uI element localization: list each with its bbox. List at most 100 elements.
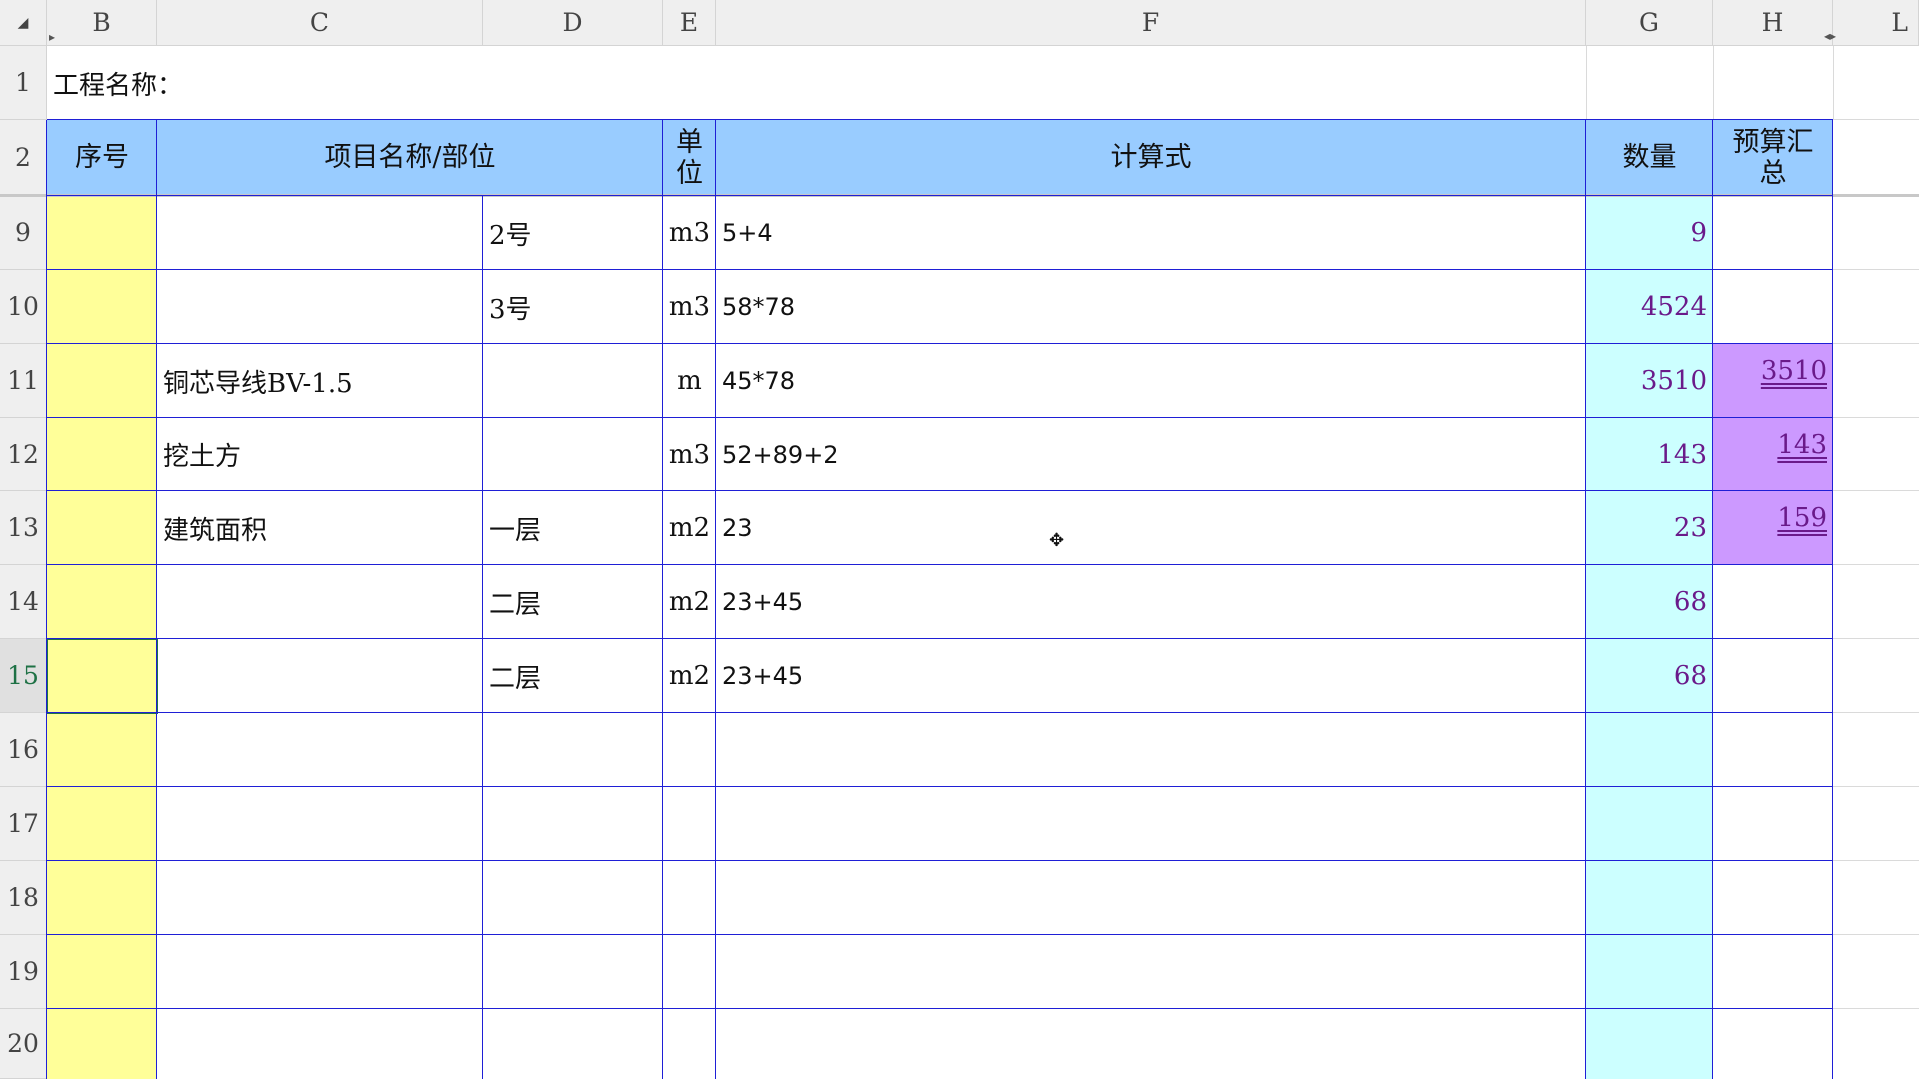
unit-cell[interactable]: m2 xyxy=(663,491,716,565)
formula-cell[interactable] xyxy=(716,861,1586,935)
part-cell[interactable] xyxy=(483,1009,663,1079)
row-header-2[interactable]: 2 xyxy=(0,120,47,196)
column-header-g[interactable]: G xyxy=(1586,0,1713,46)
budget-cell[interactable]: 143 xyxy=(1713,418,1833,491)
item-cell[interactable] xyxy=(157,1009,483,1079)
project-name-label[interactable]: 工程名称： xyxy=(47,46,647,120)
item-cell[interactable] xyxy=(157,270,483,344)
seq-cell[interactable] xyxy=(47,787,157,861)
budget-cell[interactable]: 159 xyxy=(1713,491,1833,565)
unit-cell[interactable] xyxy=(663,861,716,935)
budget-cell[interactable]: 3510 xyxy=(1713,344,1833,418)
qty-cell[interactable] xyxy=(1586,935,1713,1009)
part-cell[interactable]: 一层 xyxy=(483,491,663,565)
unit-cell[interactable]: m3 xyxy=(663,418,716,491)
formula-cell[interactable] xyxy=(716,935,1586,1009)
part-cell[interactable] xyxy=(483,935,663,1009)
formula-cell[interactable]: 52+89+2 xyxy=(716,418,1586,491)
header-formula[interactable]: 计算式 xyxy=(716,120,1586,196)
row-header-19[interactable]: 19 xyxy=(0,935,47,1009)
seq-cell[interactable] xyxy=(47,935,157,1009)
seq-cell[interactable] xyxy=(47,861,157,935)
budget-cell[interactable] xyxy=(1713,196,1833,270)
row-header-14[interactable]: 14 xyxy=(0,565,47,639)
part-cell[interactable]: 二层 xyxy=(483,639,663,713)
formula-cell[interactable] xyxy=(716,713,1586,787)
seq-cell[interactable] xyxy=(47,713,157,787)
item-cell[interactable] xyxy=(157,861,483,935)
budget-cell[interactable] xyxy=(1713,270,1833,344)
hidden-columns-left-arrow-icon[interactable]: ▸ xyxy=(49,30,55,44)
unit-cell[interactable] xyxy=(663,787,716,861)
unit-cell[interactable] xyxy=(663,713,716,787)
row-header-16[interactable]: 16 xyxy=(0,713,47,787)
budget-cell[interactable] xyxy=(1713,1009,1833,1079)
seq-cell[interactable] xyxy=(47,491,157,565)
qty-cell[interactable] xyxy=(1586,1009,1713,1079)
row-header-18[interactable]: 18 xyxy=(0,861,47,935)
column-header-f[interactable]: F xyxy=(716,0,1586,46)
header-unit[interactable]: 单位 xyxy=(663,120,716,196)
hidden-columns-toggle-icon[interactable]: ◂▸ xyxy=(1824,29,1836,43)
column-header-c[interactable]: C xyxy=(157,0,483,46)
part-cell[interactable] xyxy=(483,787,663,861)
part-cell[interactable]: 二层 xyxy=(483,565,663,639)
column-header-l[interactable]: L xyxy=(1833,0,1919,46)
seq-cell[interactable] xyxy=(47,196,157,270)
formula-cell[interactable]: 23+45 xyxy=(716,639,1586,713)
row-header-9[interactable]: 9 xyxy=(0,196,47,270)
header-item[interactable]: 项目名称/部位 xyxy=(157,120,663,196)
unit-cell[interactable] xyxy=(663,1009,716,1079)
unit-cell[interactable]: m2 xyxy=(663,565,716,639)
column-header-e[interactable]: E xyxy=(663,0,716,46)
seq-cell[interactable] xyxy=(47,418,157,491)
item-cell[interactable]: 挖土方 xyxy=(157,418,483,491)
row-header-1[interactable]: 1 xyxy=(0,46,47,120)
qty-cell[interactable]: 143 xyxy=(1586,418,1713,491)
unit-cell[interactable]: m3 xyxy=(663,196,716,270)
qty-cell[interactable] xyxy=(1586,861,1713,935)
column-header-b[interactable]: B xyxy=(47,0,157,46)
qty-cell[interactable]: 3510 xyxy=(1586,344,1713,418)
header-budget[interactable]: 预算汇总 xyxy=(1713,120,1833,196)
item-cell[interactable] xyxy=(157,196,483,270)
part-cell[interactable] xyxy=(483,344,663,418)
item-cell[interactable] xyxy=(157,565,483,639)
seq-cell[interactable] xyxy=(47,270,157,344)
seq-cell[interactable] xyxy=(47,1009,157,1079)
unit-cell[interactable]: m2 xyxy=(663,639,716,713)
part-cell[interactable] xyxy=(483,418,663,491)
row-header-10[interactable]: 10 xyxy=(0,270,47,344)
formula-cell[interactable]: 23 xyxy=(716,491,1586,565)
qty-cell[interactable]: 68 xyxy=(1586,565,1713,639)
item-cell[interactable] xyxy=(157,639,483,713)
unit-cell[interactable] xyxy=(663,935,716,1009)
part-cell[interactable] xyxy=(483,861,663,935)
qty-cell[interactable]: 68 xyxy=(1586,639,1713,713)
budget-cell[interactable] xyxy=(1713,787,1833,861)
formula-cell[interactable]: 5+4 xyxy=(716,196,1586,270)
item-cell[interactable] xyxy=(157,713,483,787)
unit-cell[interactable]: m xyxy=(663,344,716,418)
budget-cell[interactable] xyxy=(1713,935,1833,1009)
active-cell[interactable] xyxy=(46,638,158,714)
column-header-d[interactable]: D xyxy=(483,0,663,46)
qty-cell[interactable] xyxy=(1586,713,1713,787)
formula-cell[interactable]: 58*78 xyxy=(716,270,1586,344)
row-header-12[interactable]: 12 xyxy=(0,418,47,491)
seq-cell[interactable] xyxy=(47,565,157,639)
budget-cell[interactable] xyxy=(1713,565,1833,639)
budget-cell[interactable] xyxy=(1713,639,1833,713)
item-cell[interactable] xyxy=(157,935,483,1009)
select-all-corner[interactable]: ◢ xyxy=(0,0,47,46)
qty-cell[interactable]: 9 xyxy=(1586,196,1713,270)
budget-cell[interactable] xyxy=(1713,861,1833,935)
row-header-20[interactable]: 20 xyxy=(0,1009,47,1079)
row-header-17[interactable]: 17 xyxy=(0,787,47,861)
formula-cell[interactable] xyxy=(716,787,1586,861)
part-cell[interactable]: 3号 xyxy=(483,270,663,344)
item-cell[interactable]: 铜芯导线BV-1.5 xyxy=(157,344,483,418)
formula-cell[interactable] xyxy=(716,1009,1586,1079)
row-header-13[interactable]: 13 xyxy=(0,491,47,565)
part-cell[interactable] xyxy=(483,713,663,787)
